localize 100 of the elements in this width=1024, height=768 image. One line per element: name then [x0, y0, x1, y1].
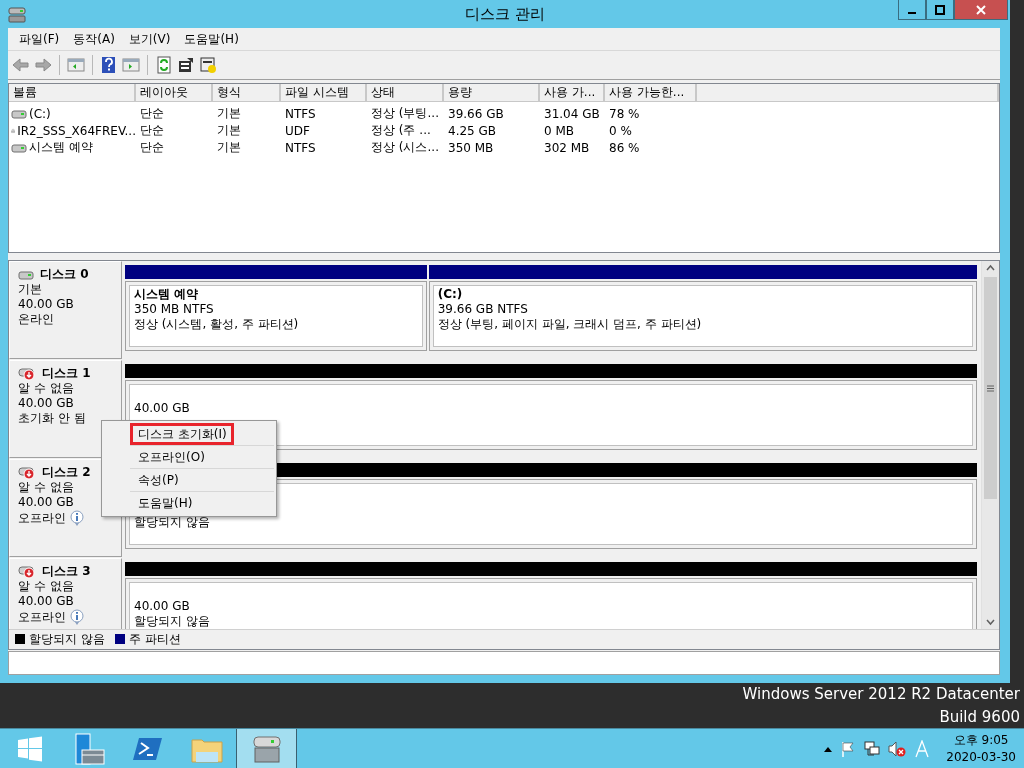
- table-cell: 0 MB: [544, 123, 575, 138]
- partition-status: 할당되지 않음: [134, 614, 210, 628]
- table-cell: 31.04 GB: [544, 106, 600, 121]
- menu-item[interactable]: 동작(A): [66, 30, 122, 48]
- disk-info: 40.00 GB: [18, 495, 74, 510]
- table-cell: 기본: [217, 139, 241, 156]
- menu-item[interactable]: 보기(V): [121, 30, 178, 48]
- clock-date[interactable]: 2020-03-30: [946, 748, 1016, 766]
- disk-name: 디스크 3: [42, 564, 91, 579]
- partition-status: 정상 (시스템, 활성, 주 파티션): [134, 317, 299, 331]
- network-icon: [864, 740, 881, 757]
- disk-info: 알 수 없음: [18, 480, 74, 495]
- table-cell: NTFS: [285, 106, 316, 121]
- partition-status: 정상 (부팅, 페이지 파일, 크래시 덤프, 주 파티션): [437, 317, 702, 331]
- disk-info: 40.00 GB: [18, 594, 74, 609]
- help-icon[interactable]: [100, 56, 118, 74]
- drive-icon: [11, 107, 27, 120]
- disk-app-icon: [8, 6, 26, 24]
- table-cell: 시스템 예약: [29, 139, 93, 156]
- column-header[interactable]: 상태: [367, 84, 444, 101]
- table-cell: (C:): [29, 106, 51, 121]
- clock-time[interactable]: 오후 9:05: [953, 731, 1009, 749]
- back-icon[interactable]: [12, 56, 30, 74]
- disk-toolbox-icon: [250, 733, 283, 764]
- input-language-icon: [914, 739, 931, 758]
- table-cell: 정상 (시스...: [371, 139, 439, 156]
- maximize-button[interactable]: [926, 0, 954, 20]
- scroll-thumb[interactable]: [984, 277, 997, 499]
- disk-info: 오프라인: [18, 609, 66, 625]
- column-header[interactable]: 사용 가...: [540, 84, 605, 101]
- disk-info: 기본: [18, 282, 42, 297]
- close-icon: [976, 4, 986, 15]
- table-cell: 4.25 GB: [448, 123, 497, 138]
- legend-label: 할당되지 않음: [29, 630, 105, 648]
- table-cell: 단순: [140, 105, 164, 122]
- partition-box[interactable]: 40.00 GB 할당되지 않음: [125, 578, 977, 629]
- minimize-icon: [908, 11, 916, 14]
- column-header[interactable]: 레이아웃: [136, 84, 213, 101]
- context-menu-item[interactable]: 도움말(H): [130, 491, 274, 514]
- table-cell: 기본: [217, 122, 241, 139]
- menu-item[interactable]: 도움말(H): [177, 30, 246, 48]
- table-cell: 302 MB: [544, 140, 590, 155]
- menu-item[interactable]: 파일(F): [12, 30, 67, 48]
- partition-box[interactable]: 시스템 예약 350 MB NTFS 정상 (시스템, 활성, 주 파티션): [125, 281, 427, 351]
- partition-status: 할당되지 않음: [134, 515, 210, 529]
- table-cell: 단순: [140, 139, 164, 156]
- partition-name: (C:): [437, 287, 463, 301]
- edition-text: Windows Server 2012 R2 Datacenter: [742, 684, 1020, 705]
- minimize-button[interactable]: [898, 0, 926, 20]
- disk-warning-icon: [18, 366, 36, 381]
- context-menu-item[interactable]: 디스크 초기화(I): [130, 423, 234, 445]
- disk-name: 디스크 0: [40, 267, 89, 282]
- build-text: Build 9600: [939, 707, 1020, 728]
- flag-icon: [840, 740, 857, 757]
- table-cell: 350 MB: [448, 140, 494, 155]
- column-header[interactable]: 볼륨: [9, 84, 136, 101]
- context-menu-item[interactable]: 오프라인(O): [130, 445, 274, 468]
- scrollbar[interactable]: [981, 261, 999, 629]
- disk-name: 디스크 2: [42, 465, 91, 480]
- info-icon: [69, 609, 85, 625]
- partition-size: 39.66 GB NTFS: [437, 302, 528, 316]
- disk-name: 디스크 1: [42, 366, 91, 381]
- table-cell: 정상 (주 ...: [371, 122, 431, 139]
- table-cell: 기본: [217, 105, 241, 122]
- maximize-icon: [935, 4, 945, 15]
- disk-info: 온라인: [18, 312, 54, 327]
- context-menu-item[interactable]: 속성(P): [130, 468, 274, 491]
- console-tree-icon[interactable]: [67, 56, 85, 74]
- taskbar-button[interactable]: [236, 729, 297, 768]
- disk-warning-icon: [18, 564, 36, 579]
- table-cell: 78 %: [609, 106, 640, 121]
- windows-start-icon: [15, 734, 44, 763]
- forward-icon[interactable]: [34, 56, 52, 74]
- powershell-icon: [132, 735, 163, 762]
- show-hidden-icon[interactable]: [824, 745, 833, 752]
- partition-name: 시스템 예약: [134, 287, 199, 301]
- info-icon: [69, 510, 85, 526]
- table-cell: 86 %: [609, 140, 640, 155]
- disk-info: 알 수 없음: [18, 381, 74, 396]
- table-cell: IR2_SSS_X64FREV...: [17, 123, 136, 138]
- partition-box[interactable]: (C:) 39.66 GB NTFS 정상 (부팅, 페이지 파일, 크래시 덤프, 주 파티션): [428, 281, 977, 351]
- disk-info: 40.00 GB: [18, 297, 74, 312]
- drive-icon: [11, 141, 27, 154]
- table-cell: 단순: [140, 122, 164, 139]
- disk-warning-icon: [18, 465, 36, 480]
- column-header[interactable]: 형식: [213, 84, 281, 101]
- table-cell: 0 %: [609, 123, 632, 138]
- table-cell: 39.66 GB: [448, 106, 504, 121]
- column-header[interactable]: 용량: [444, 84, 540, 101]
- table-cell: UDF: [285, 123, 310, 138]
- column-header[interactable]: 파일 시스템: [281, 84, 367, 101]
- partition-size: 40.00 GB: [134, 401, 190, 415]
- disk-info: 알 수 없음: [18, 579, 74, 594]
- window-title: 디스크 관리: [465, 5, 545, 24]
- partition-size: 40.00 GB: [134, 599, 190, 613]
- partition-size: 350 MB NTFS: [134, 302, 214, 316]
- close-button[interactable]: [954, 0, 1008, 20]
- properties-icon[interactable]: [177, 56, 195, 74]
- drive-icon: [18, 268, 34, 281]
- column-header[interactable]: 사용 가능한...: [605, 84, 697, 101]
